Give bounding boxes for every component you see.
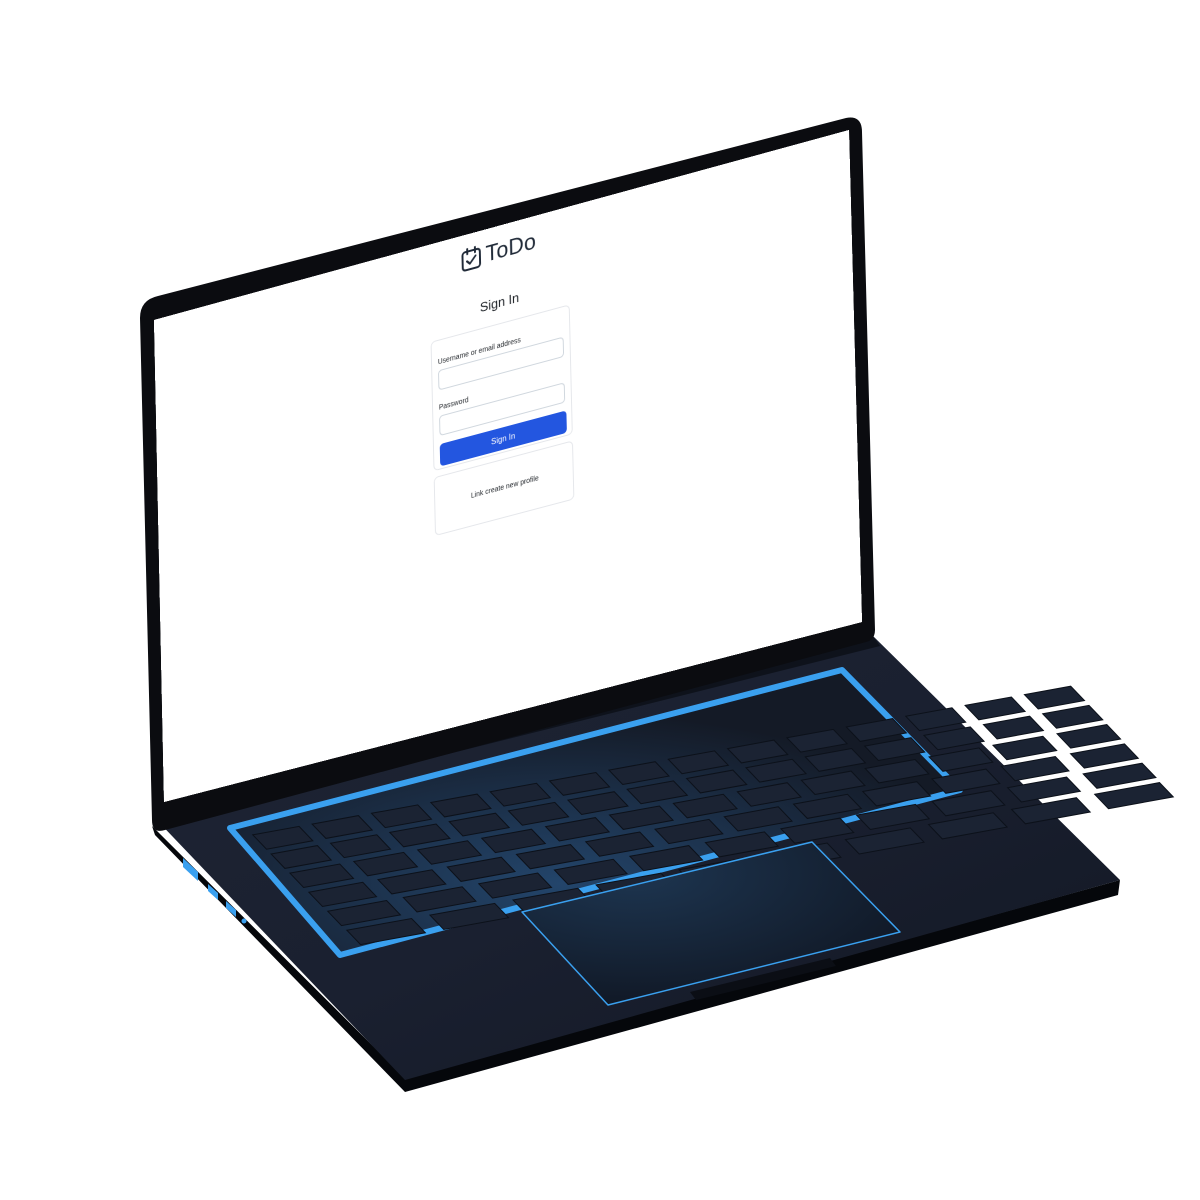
keyboard-key [982, 715, 1045, 740]
laptop-mockup: ToDo Sign In Username or email address P… [0, 0, 1200, 1200]
keyboard-key [1056, 724, 1122, 749]
calendar-check-icon [460, 244, 482, 274]
keyboard-key [1069, 743, 1140, 769]
keyboard-key [1023, 685, 1086, 710]
keyboard-key [964, 696, 1027, 721]
keyboard-key [1000, 755, 1071, 782]
port-3 [226, 901, 236, 917]
create-profile-link[interactable]: Link create new profile [435, 465, 574, 509]
app-logo[interactable]: ToDo [460, 228, 536, 275]
keyboard-key [1041, 704, 1104, 729]
keyboard-key [1082, 762, 1157, 789]
port-1 [183, 858, 198, 881]
port-2 [208, 884, 218, 900]
keyboard-key [991, 735, 1058, 761]
logo-text: ToDo [485, 227, 537, 267]
